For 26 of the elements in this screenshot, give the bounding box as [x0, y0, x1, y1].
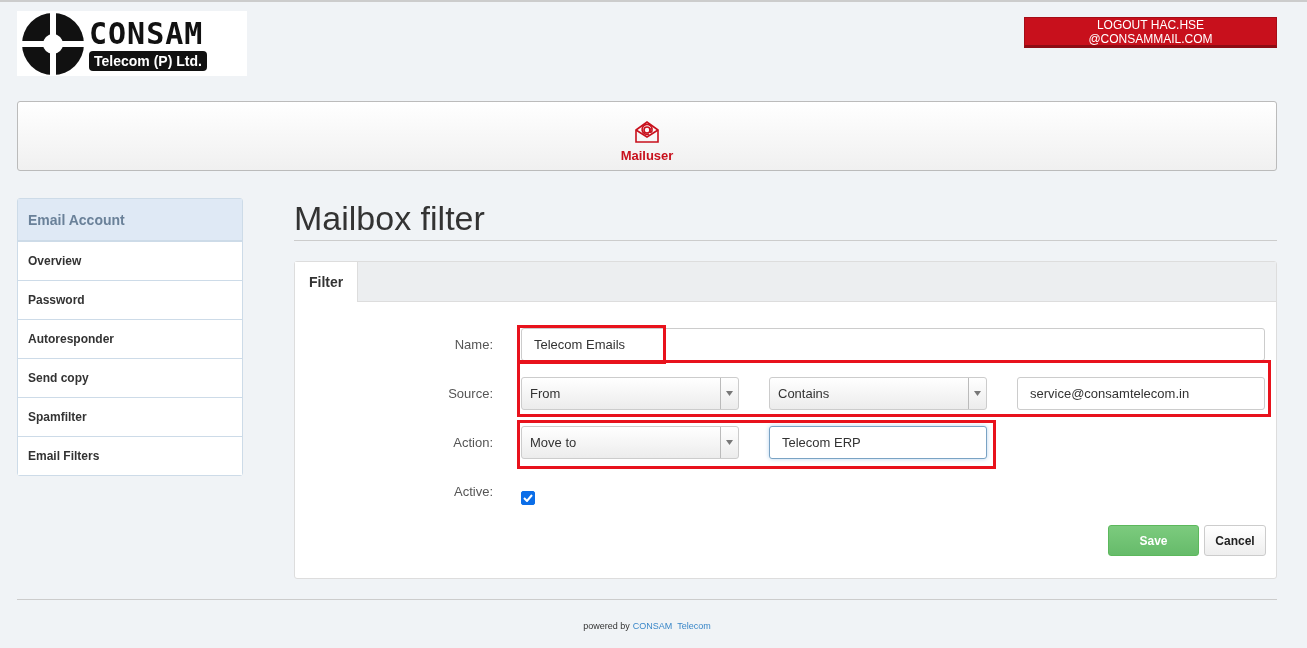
mailuser-nav-item[interactable]: Mailuser: [620, 109, 674, 163]
mail-at-icon: [634, 119, 660, 144]
logout-button[interactable]: LOGOUT HAC.HSE @CONSAMMAIL.COM: [1024, 17, 1277, 48]
caret-icon: [726, 390, 733, 396]
footer-link[interactable]: CONSAM Telecom: [632, 621, 711, 631]
caret-icon: [974, 390, 981, 396]
dropdown-select[interactable]: Move to: [521, 425, 739, 459]
logo-tagline: Telecom (P) Ltd.: [89, 50, 207, 71]
field-label: Source:: [447, 385, 494, 401]
cancel-button[interactable]: Cancel: [1204, 525, 1266, 556]
page-title: Mailbox filter: [294, 198, 1277, 241]
tab[interactable]: Filter: [295, 262, 359, 302]
field-label: Active:: [453, 483, 494, 499]
dropdown-select[interactable]: From: [521, 376, 739, 410]
text-field[interactable]: Telecom Emails: [521, 327, 1265, 361]
sidebar-title: Email Account: [18, 199, 242, 241]
logo-name: CONSAM: [89, 16, 204, 51]
active-checkbox[interactable]: [521, 491, 535, 505]
text-field[interactable]: Telecom ERP: [769, 425, 987, 459]
footer-text: powered by: [583, 621, 630, 631]
text-field[interactable]: service@consamtelecom.in: [1017, 376, 1265, 410]
field-label: Name:: [453, 336, 494, 352]
sidebar-item[interactable]: Email Filters: [18, 436, 242, 475]
dropdown-select[interactable]: Contains: [769, 376, 987, 410]
field-label: Action:: [452, 434, 494, 450]
caret-icon: [726, 439, 733, 445]
